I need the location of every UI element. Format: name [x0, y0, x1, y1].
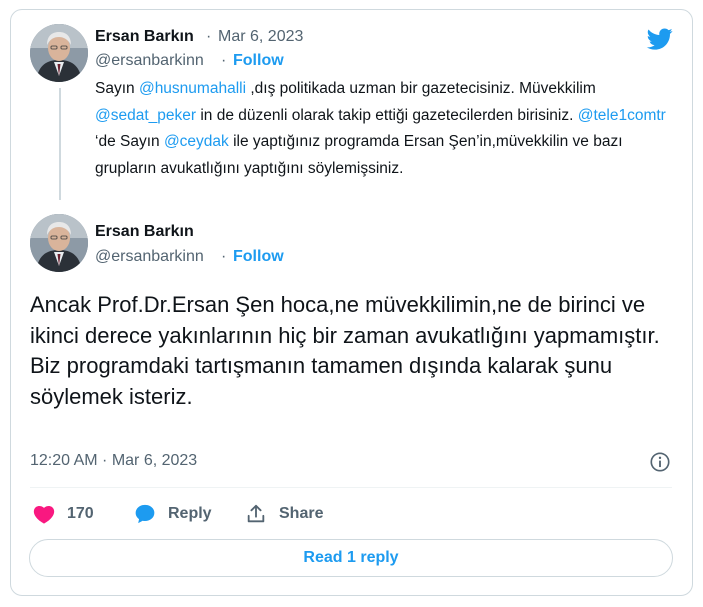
quoted-tweet-text: Sayın @husnumahalli ,dış politikada uzma…: [95, 76, 675, 182]
speech-bubble-icon: [135, 504, 155, 524]
share-button[interactable]: Share: [245, 501, 323, 527]
mention-link[interactable]: @ceydak: [164, 133, 229, 150]
author-handle[interactable]: @ersanbarkinn: [95, 248, 204, 266]
like-button[interactable]: 170: [33, 501, 94, 527]
read-replies-button[interactable]: Read 1 reply: [29, 539, 673, 577]
reply-button[interactable]: Reply: [134, 501, 212, 527]
heart-icon: [33, 506, 55, 524]
text-segment: ,dış politikada uzman bir gazetecisiniz.…: [246, 80, 596, 97]
author-name[interactable]: Ersan Barkın: [95, 28, 194, 46]
text-segment: Sayın: [95, 80, 139, 97]
mention-link[interactable]: @tele1comtr: [578, 107, 666, 124]
separator-dot: ·: [221, 52, 227, 69]
like-count: 170: [67, 505, 94, 522]
text-segment: in de düzenli olarak takip ettiği gazete…: [196, 106, 578, 124]
follow-button[interactable]: Follow: [233, 248, 284, 266]
share-upload-icon: [247, 504, 265, 523]
tweet-timestamp[interactable]: 12:20 AM · Mar 6, 2023: [30, 452, 197, 470]
avatar[interactable]: [30, 24, 88, 82]
separator-dot: ·: [206, 28, 212, 45]
twitter-bird-icon[interactable]: [644, 26, 676, 52]
mention-link[interactable]: @sedat_peker: [95, 107, 196, 124]
info-icon[interactable]: [649, 451, 671, 473]
reply-label: Reply: [168, 505, 212, 522]
divider: [30, 487, 672, 488]
main-tweet-text: Ancak Prof.Dr.Ersan Şen hoca,ne müvekkil…: [30, 292, 660, 409]
follow-button[interactable]: Follow: [233, 52, 284, 70]
avatar[interactable]: [30, 214, 88, 272]
share-label: Share: [279, 505, 324, 522]
author-handle[interactable]: @ersanbarkinn: [95, 52, 204, 70]
author-name[interactable]: Ersan Barkın: [95, 223, 194, 241]
tweet-date[interactable]: Mar 6, 2023: [218, 28, 303, 46]
text-segment: ‘de Sayın: [95, 133, 164, 150]
mention-link[interactable]: @husnumahalli: [139, 80, 246, 97]
separator-dot: ·: [221, 248, 227, 265]
thread-connector-line: [59, 88, 61, 200]
